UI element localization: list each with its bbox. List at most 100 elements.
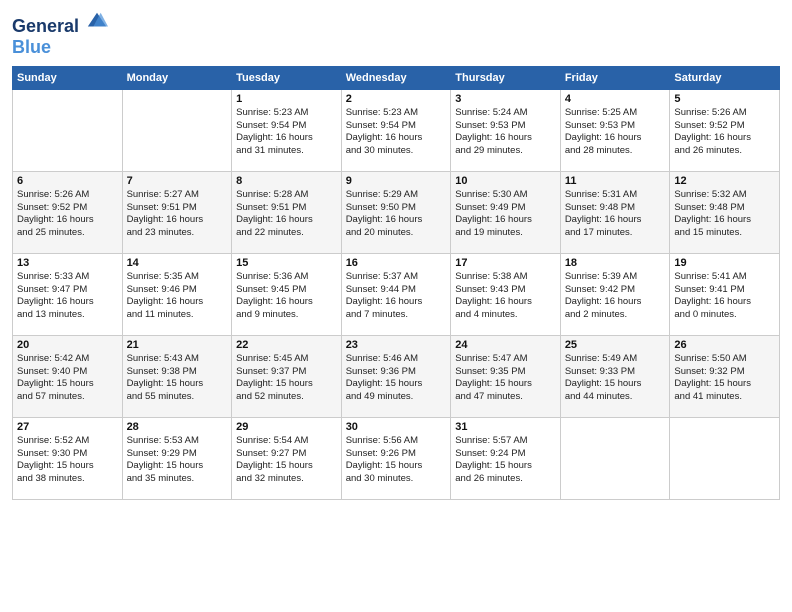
day-info: Sunrise: 5:33 AMSunset: 9:47 PMDaylight:… <box>17 271 118 322</box>
calendar-cell: 27Sunrise: 5:52 AMSunset: 9:30 PMDayligh… <box>13 417 123 499</box>
day-info: Sunrise: 5:25 AMSunset: 9:53 PMDaylight:… <box>565 107 666 158</box>
day-number: 5 <box>674 93 775 105</box>
day-number: 13 <box>17 257 118 269</box>
day-info: Sunrise: 5:26 AMSunset: 9:52 PMDaylight:… <box>17 189 118 240</box>
calendar-cell <box>670 417 780 499</box>
day-number: 1 <box>236 93 337 105</box>
week-row-3: 20 Sunrise: 5:42 AMSunset: 9:40 PMDayligh… <box>13 335 780 417</box>
day-number: 10 <box>455 175 556 187</box>
header-saturday: Saturday <box>670 66 780 89</box>
calendar-cell: 5 Sunrise: 5:26 AMSunset: 9:52 PMDaylight… <box>670 89 780 171</box>
day-number: 23 <box>346 339 447 351</box>
calendar-cell: 18Sunrise: 5:39 AMSunset: 9:42 PMDayligh… <box>560 253 670 335</box>
calendar-cell: 23 Sunrise: 5:46 AMSunset: 9:36 PMDayligh… <box>341 335 451 417</box>
day-number: 30 <box>346 421 447 433</box>
calendar-cell: 7 Sunrise: 5:27 AMSunset: 9:51 PMDaylight… <box>122 171 232 253</box>
day-info: Sunrise: 5:54 AMSunset: 9:27 PMDaylight:… <box>236 435 337 486</box>
calendar-cell: 11Sunrise: 5:31 AMSunset: 9:48 PMDayligh… <box>560 171 670 253</box>
day-number: 9 <box>346 175 447 187</box>
day-number: 7 <box>127 175 228 187</box>
day-number: 11 <box>565 175 666 187</box>
calendar-cell: 6 Sunrise: 5:26 AMSunset: 9:52 PMDaylight… <box>13 171 123 253</box>
day-number: 8 <box>236 175 337 187</box>
day-info: Sunrise: 5:29 AMSunset: 9:50 PMDaylight:… <box>346 189 447 240</box>
day-info: Sunrise: 5:50 AMSunset: 9:32 PMDaylight:… <box>674 353 775 404</box>
calendar-cell: 13 Sunrise: 5:33 AMSunset: 9:47 PMDayligh… <box>13 253 123 335</box>
logo: General Blue <box>12 10 108 58</box>
calendar-cell: 9 Sunrise: 5:29 AMSunset: 9:50 PMDaylight… <box>341 171 451 253</box>
logo-blue: Blue <box>12 37 108 58</box>
day-number: 20 <box>17 339 118 351</box>
week-row-2: 13 Sunrise: 5:33 AMSunset: 9:47 PMDayligh… <box>13 253 780 335</box>
day-number: 15 <box>236 257 337 269</box>
day-info: Sunrise: 5:42 AMSunset: 9:40 PMDaylight:… <box>17 353 118 404</box>
logo-icon <box>86 10 108 32</box>
day-info: Sunrise: 5:24 AMSunset: 9:53 PMDaylight:… <box>455 107 556 158</box>
header-sunday: Sunday <box>13 66 123 89</box>
calendar-cell: 2Sunrise: 5:23 AMSunset: 9:54 PMDaylight… <box>341 89 451 171</box>
calendar-cell <box>13 89 123 171</box>
calendar-cell: 4 Sunrise: 5:25 AMSunset: 9:53 PMDaylight… <box>560 89 670 171</box>
calendar-cell: 14 Sunrise: 5:35 AMSunset: 9:46 PMDayligh… <box>122 253 232 335</box>
calendar-cell: 12 Sunrise: 5:32 AMSunset: 9:48 PMDayligh… <box>670 171 780 253</box>
day-info: Sunrise: 5:32 AMSunset: 9:48 PMDaylight:… <box>674 189 775 240</box>
day-number: 6 <box>17 175 118 187</box>
day-info: Sunrise: 5:46 AMSunset: 9:36 PMDaylight:… <box>346 353 447 404</box>
calendar-cell: 10 Sunrise: 5:30 AMSunset: 9:49 PMDayligh… <box>451 171 561 253</box>
week-row-4: 27Sunrise: 5:52 AMSunset: 9:30 PMDayligh… <box>13 417 780 499</box>
day-number: 4 <box>565 93 666 105</box>
calendar-cell <box>122 89 232 171</box>
header-thursday: Thursday <box>451 66 561 89</box>
calendar-cell: 26 Sunrise: 5:50 AMSunset: 9:32 PMDayligh… <box>670 335 780 417</box>
day-number: 29 <box>236 421 337 433</box>
day-number: 19 <box>674 257 775 269</box>
day-number: 18 <box>565 257 666 269</box>
day-info: Sunrise: 5:47 AMSunset: 9:35 PMDaylight:… <box>455 353 556 404</box>
calendar-cell: 16 Sunrise: 5:37 AMSunset: 9:44 PMDayligh… <box>341 253 451 335</box>
calendar-cell: 29 Sunrise: 5:54 AMSunset: 9:27 PMDayligh… <box>232 417 342 499</box>
day-number: 25 <box>565 339 666 351</box>
day-number: 31 <box>455 421 556 433</box>
calendar-cell: 8 Sunrise: 5:28 AMSunset: 9:51 PMDaylight… <box>232 171 342 253</box>
day-info: Sunrise: 5:53 AMSunset: 9:29 PMDaylight:… <box>127 435 228 486</box>
day-number: 17 <box>455 257 556 269</box>
day-info: Sunrise: 5:36 AMSunset: 9:45 PMDaylight:… <box>236 271 337 322</box>
day-info: Sunrise: 5:26 AMSunset: 9:52 PMDaylight:… <box>674 107 775 158</box>
day-number: 21 <box>127 339 228 351</box>
day-info: Sunrise: 5:37 AMSunset: 9:44 PMDaylight:… <box>346 271 447 322</box>
header-friday: Friday <box>560 66 670 89</box>
calendar-cell: 24Sunrise: 5:47 AMSunset: 9:35 PMDayligh… <box>451 335 561 417</box>
calendar-cell <box>560 417 670 499</box>
calendar-cell: 15 Sunrise: 5:36 AMSunset: 9:45 PMDayligh… <box>232 253 342 335</box>
week-row-1: 6 Sunrise: 5:26 AMSunset: 9:52 PMDaylight… <box>13 171 780 253</box>
day-info: Sunrise: 5:41 AMSunset: 9:41 PMDaylight:… <box>674 271 775 322</box>
calendar-cell: 22 Sunrise: 5:45 AMSunset: 9:37 PMDayligh… <box>232 335 342 417</box>
header-tuesday: Tuesday <box>232 66 342 89</box>
day-info: Sunrise: 5:35 AMSunset: 9:46 PMDaylight:… <box>127 271 228 322</box>
day-info: Sunrise: 5:30 AMSunset: 9:49 PMDaylight:… <box>455 189 556 240</box>
day-number: 27 <box>17 421 118 433</box>
calendar-cell: 17 Sunrise: 5:38 AMSunset: 9:43 PMDayligh… <box>451 253 561 335</box>
day-number: 14 <box>127 257 228 269</box>
calendar-cell: 28 Sunrise: 5:53 AMSunset: 9:29 PMDayligh… <box>122 417 232 499</box>
day-number: 16 <box>346 257 447 269</box>
calendar-header-row: SundayMondayTuesdayWednesdayThursdayFrid… <box>13 66 780 89</box>
calendar-cell: 1 Sunrise: 5:23 AMSunset: 9:54 PMDaylight… <box>232 89 342 171</box>
header: General Blue <box>12 10 780 58</box>
day-number: 26 <box>674 339 775 351</box>
day-number: 28 <box>127 421 228 433</box>
day-info: Sunrise: 5:23 AMSunset: 9:54 PMDaylight:… <box>236 107 337 158</box>
day-number: 3 <box>455 93 556 105</box>
calendar-cell: 3 Sunrise: 5:24 AMSunset: 9:53 PMDaylight… <box>451 89 561 171</box>
header-monday: Monday <box>122 66 232 89</box>
day-number: 12 <box>674 175 775 187</box>
calendar-table: SundayMondayTuesdayWednesdayThursdayFrid… <box>12 66 780 500</box>
day-number: 22 <box>236 339 337 351</box>
logo-text: General <box>12 10 108 37</box>
page-container: General Blue SundayMondayTuesdayWednesda… <box>0 0 792 612</box>
calendar-cell: 20 Sunrise: 5:42 AMSunset: 9:40 PMDayligh… <box>13 335 123 417</box>
day-info: Sunrise: 5:28 AMSunset: 9:51 PMDaylight:… <box>236 189 337 240</box>
day-info: Sunrise: 5:45 AMSunset: 9:37 PMDaylight:… <box>236 353 337 404</box>
day-info: Sunrise: 5:27 AMSunset: 9:51 PMDaylight:… <box>127 189 228 240</box>
day-info: Sunrise: 5:38 AMSunset: 9:43 PMDaylight:… <box>455 271 556 322</box>
